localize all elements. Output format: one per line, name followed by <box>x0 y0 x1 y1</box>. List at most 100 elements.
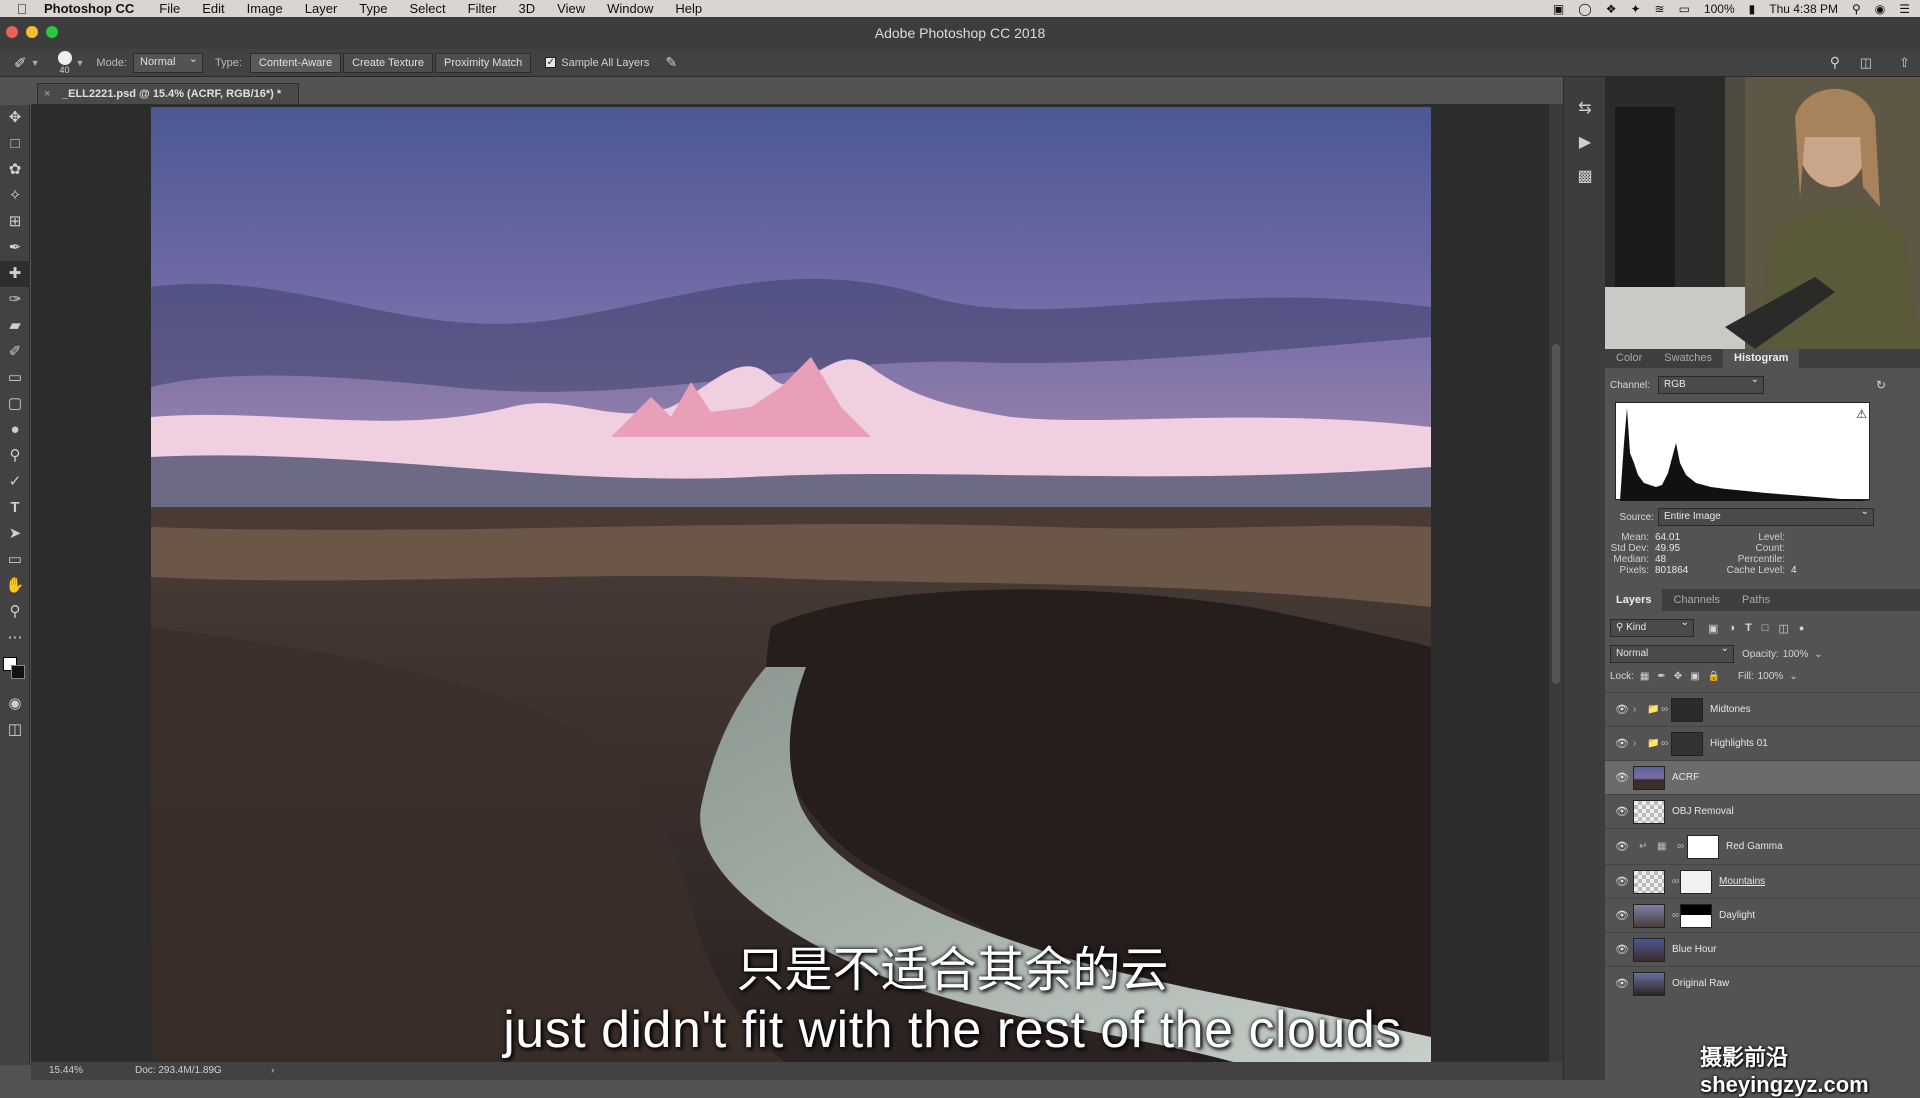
more-tools-icon[interactable]: ⋯ <box>0 625 30 651</box>
tab-swatches[interactable]: Swatches <box>1653 349 1723 368</box>
type-tool-icon[interactable]: T <box>0 495 30 521</box>
layer-thumbnail[interactable] <box>1633 765 1665 790</box>
layer-mask-thumbnail[interactable] <box>1680 903 1712 928</box>
lock-transparency-icon[interactable]: ▦ <box>1640 671 1649 682</box>
rectangle-tool-icon[interactable]: ▭ <box>0 547 30 573</box>
sample-all-layers-checkbox[interactable]: ✓ Sample All Layers <box>545 57 649 69</box>
layer-row[interactable]: 👁 ∞ Daylight <box>1605 898 1920 932</box>
chain-link-icon[interactable]: ∞ <box>1661 738 1671 749</box>
source-select[interactable]: Entire Image <box>1658 506 1874 526</box>
path-selection-tool-icon[interactable]: ➤ <box>0 521 30 547</box>
tab-paths[interactable]: Paths <box>1731 589 1781 611</box>
opacity-value[interactable]: 100% <box>1783 649 1809 660</box>
background-color-icon[interactable] <box>11 665 25 679</box>
refresh-icon[interactable]: ↻ <box>1876 378 1886 392</box>
scroll-thumb[interactable] <box>1552 344 1560 684</box>
visibility-eye-icon[interactable]: 👁 <box>1611 771 1633 784</box>
lock-all-icon[interactable]: 🔒 <box>1708 671 1720 682</box>
healing-brush-tool-icon[interactable]: ✚ <box>0 261 30 287</box>
document-tab[interactable]: × _ELL2221.psd @ 15.4% (ACRF, RGB/16*) * <box>37 83 299 104</box>
healing-brush-icon[interactable]: ✐ <box>14 54 27 72</box>
menu-view[interactable]: View <box>557 1 585 16</box>
proximity-match-button[interactable]: Proximity Match <box>435 52 532 73</box>
blend-mode-select[interactable]: Normal <box>1610 643 1734 663</box>
create-texture-button[interactable]: Create Texture <box>343 52 434 73</box>
visibility-eye-icon[interactable]: 👁 <box>1611 909 1633 922</box>
pen-tool-icon[interactable]: ✓ <box>0 469 30 495</box>
lock-artboard-icon[interactable]: ▣ <box>1690 671 1699 682</box>
menu-layer[interactable]: Layer <box>305 1 338 16</box>
tab-channels[interactable]: Channels <box>1662 589 1730 611</box>
quick-mask-icon[interactable]: ◉ <box>0 691 30 717</box>
menu-3d[interactable]: 3D <box>519 1 536 16</box>
close-window-button[interactable] <box>6 26 18 38</box>
actions-panel-icon[interactable]: ▶ <box>1564 126 1606 160</box>
brush-size-picker[interactable]: 40 <box>57 50 72 75</box>
monitor-icon[interactable]: ▣ <box>1553 2 1564 16</box>
menu-window[interactable]: Window <box>607 1 653 16</box>
history-panel-icon[interactable]: ⇆ <box>1564 92 1606 126</box>
eyedropper-tool-icon[interactable]: ✒ <box>0 235 30 261</box>
layer-thumbnail[interactable] <box>1633 869 1665 894</box>
menu-filter[interactable]: Filter <box>468 1 497 16</box>
spotlight-icon[interactable]: ⚲ <box>1852 2 1861 16</box>
tab-color[interactable]: Color <box>1605 349 1653 368</box>
tab-histogram[interactable]: Histogram <box>1723 349 1800 368</box>
wifi-icon[interactable]: ≊ <box>1655 2 1665 16</box>
chevron-down-icon[interactable]: ▼ <box>76 58 85 68</box>
layer-row[interactable]: 👁 › 📁 ∞ Midtones <box>1605 692 1920 726</box>
chain-link-icon[interactable]: ∞ <box>1677 841 1687 852</box>
clock[interactable]: Thu 4:38 PM <box>1769 2 1838 16</box>
smart-object-filter-icon[interactable]: ◫ <box>1778 622 1788 635</box>
minimize-window-button[interactable] <box>26 26 38 38</box>
bluetooth-icon[interactable]: ✦ <box>1630 2 1640 16</box>
color-swatches[interactable] <box>0 651 30 691</box>
siri-icon[interactable]: ◉ <box>1875 2 1885 16</box>
chevron-right-icon[interactable]: › <box>1633 738 1647 749</box>
layer-row[interactable]: 👁 OBJ Removal <box>1605 794 1920 828</box>
creative-cloud-icon[interactable]: ◯ <box>1578 2 1591 16</box>
pixel-filter-icon[interactable]: ▣ <box>1708 622 1718 635</box>
dodge-tool-icon[interactable]: ⚲ <box>0 443 30 469</box>
layer-mask-thumbnail[interactable] <box>1671 697 1703 722</box>
marquee-tool-icon[interactable]: □ <box>0 131 30 157</box>
layer-name[interactable]: Midtones <box>1710 704 1751 715</box>
battery-icon[interactable]: ▮ <box>1749 2 1756 16</box>
apple-icon[interactable]:  <box>8 1 36 17</box>
app-menu[interactable]: Photoshop CC <box>44 1 134 16</box>
dropbox-icon[interactable]: ❖ <box>1606 2 1617 16</box>
visibility-eye-icon[interactable]: 👁 <box>1611 875 1633 888</box>
warning-icon[interactable]: ⚠ <box>1856 407 1867 421</box>
zoom-tool-icon[interactable]: ⚲ <box>0 599 30 625</box>
type-filter-icon[interactable]: T <box>1745 622 1752 634</box>
layer-row[interactable]: 👁 ∞ Mountains <box>1605 864 1920 898</box>
eraser-tool-icon[interactable]: ▭ <box>0 365 30 391</box>
chevron-down-icon[interactable]: ▼ <box>31 58 40 68</box>
zoom-window-button[interactable] <box>46 26 58 38</box>
hand-tool-icon[interactable]: ✋ <box>0 573 30 599</box>
menu-select[interactable]: Select <box>409 1 445 16</box>
lock-pixels-icon[interactable]: ✒ <box>1657 671 1665 682</box>
mode-select[interactable]: Normal <box>133 52 203 73</box>
battery-text[interactable]: 100% <box>1704 2 1735 16</box>
menu-edit[interactable]: Edit <box>202 1 224 16</box>
move-tool-icon[interactable]: ✥ <box>0 105 30 131</box>
crop-tool-icon[interactable]: ⊞ <box>0 209 30 235</box>
zoom-level[interactable]: 15.44% <box>49 1062 83 1080</box>
history-brush-tool-icon[interactable]: ✐ <box>0 339 30 365</box>
search-icon[interactable]: ⚲ <box>1830 54 1840 71</box>
brush-tool-icon[interactable]: ✑ <box>0 287 30 313</box>
chevron-down-icon[interactable]: ⌄ <box>1814 649 1822 660</box>
layer-row[interactable]: 👁 ↵ ▦ ∞ Red Gamma <box>1605 828 1920 864</box>
chevron-down-icon[interactable]: ⌄ <box>1789 671 1797 682</box>
visibility-eye-icon[interactable]: 👁 <box>1611 840 1633 853</box>
layer-thumbnail[interactable] <box>1633 799 1665 824</box>
chain-link-icon[interactable]: ∞ <box>1672 876 1680 887</box>
workspace-icon[interactable]: ◫ <box>1860 55 1872 71</box>
fill-value[interactable]: 100% <box>1758 671 1784 682</box>
layer-thumbnail[interactable] <box>1633 903 1665 928</box>
shape-filter-icon[interactable]: □ <box>1762 622 1769 634</box>
screen-mode-icon[interactable]: ◫ <box>0 717 30 743</box>
layer-name[interactable]: OBJ Removal <box>1672 806 1734 817</box>
layer-mask-thumbnail[interactable] <box>1687 834 1719 859</box>
